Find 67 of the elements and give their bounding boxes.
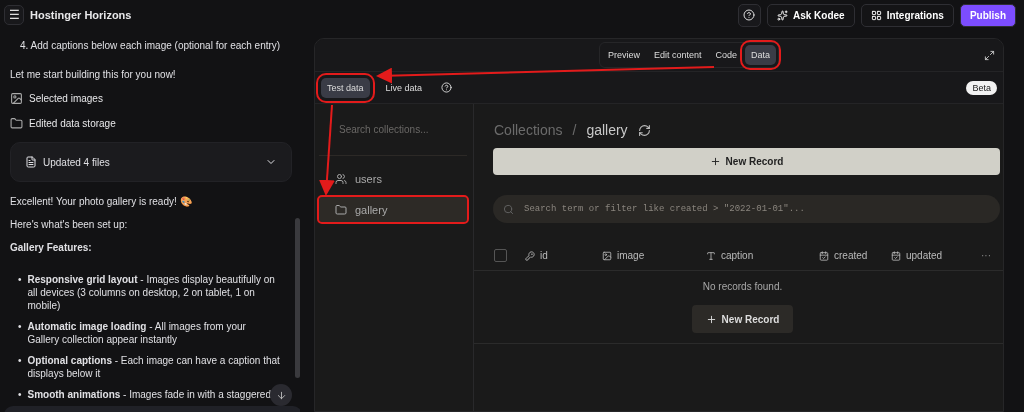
app-title: Hostinger Horizons <box>30 9 132 21</box>
collection-item[interactable]: gallery <box>319 197 467 222</box>
scroll-down-button[interactable] <box>270 384 292 406</box>
plus-icon <box>705 313 717 325</box>
view-tab[interactable]: Code <box>709 45 743 65</box>
bullet-marker: • <box>18 388 22 401</box>
view-tab[interactable]: Preview <box>601 45 646 65</box>
chat-text: Here's what's been set up: <box>10 219 129 230</box>
files-dropdown[interactable]: Updated 4 files <box>10 142 292 182</box>
filter-field[interactable]: Search term or filter like created > "2022-01-01"... <box>493 195 1000 223</box>
scrollbar[interactable] <box>295 218 300 378</box>
help-icon <box>743 9 756 21</box>
column-header[interactable]: created <box>819 250 891 261</box>
column-header[interactable]: image <box>602 250 706 261</box>
publish-button[interactable]: Publish <box>959 3 1016 27</box>
column-header[interactable]: id <box>525 250 602 261</box>
bullet-marker: • <box>18 354 22 368</box>
help-button[interactable] <box>737 3 761 27</box>
beta-badge: Beta <box>966 80 997 95</box>
chat-text: Excellent! Your photo gallery is ready! 🎨 <box>10 196 193 207</box>
column-header[interactable]: caption <box>706 250 819 261</box>
key-icon <box>525 250 535 261</box>
chat-text: Let me start building this for you now! <box>10 69 177 80</box>
empty-message: No records found. <box>702 281 783 292</box>
chat-text: 4. Add captions below each image (optional for each entry) <box>19 40 282 51</box>
feature-bullet: Automatic image loading - All images from your Gallery collection appear instantly <box>27 320 247 346</box>
integrations-button[interactable]: Integrations <box>860 3 954 27</box>
collection-title: gallery <box>586 122 628 138</box>
collection-item[interactable]: users <box>319 166 467 191</box>
new-record-button[interactable]: New Record <box>692 305 793 333</box>
file-icon <box>25 156 37 168</box>
arrow-down-icon <box>275 389 287 401</box>
new-record-button[interactable]: New Record <box>493 148 1000 175</box>
select-all-checkbox[interactable] <box>494 249 507 262</box>
bullet-marker: • <box>18 273 22 287</box>
calendar-icon <box>819 250 829 261</box>
grid-icon <box>870 9 882 21</box>
menu-button[interactable]: ☰ <box>4 5 24 25</box>
bullet-marker: • <box>18 320 22 334</box>
plus-icon <box>709 156 721 167</box>
folder-icon <box>10 117 23 130</box>
image-icon <box>10 92 23 105</box>
filter-input[interactable]: Search term or filter like created > "2022-01-01"... <box>522 203 990 215</box>
users-icon <box>335 172 347 185</box>
refresh-icon[interactable] <box>637 123 651 137</box>
image-icon <box>602 250 612 261</box>
data-tab[interactable]: Live data <box>379 77 429 98</box>
chat-heading: Gallery Features: <box>10 242 93 253</box>
folder-icon <box>335 203 347 216</box>
feature-bullet: Responsive grid layout - Images display beautifully on all devices (3 columns on desktop, 2 on tablet, 1 on mobile) <box>27 273 276 312</box>
search-icon <box>503 203 514 215</box>
column-header[interactable]: updated <box>891 250 981 261</box>
sparkle-icon <box>776 9 788 21</box>
view-tab[interactable]: Edit content <box>647 45 708 65</box>
feature-bullet: Smooth animations - Images fade in with a staggered <box>27 388 271 401</box>
attachment-label: Selected images <box>29 93 103 104</box>
text-icon <box>706 250 716 261</box>
expand-arrows-icon <box>984 49 995 61</box>
attachment-label: Edited data storage <box>29 118 116 129</box>
ask-kodee-button[interactable]: Ask Kodee <box>766 3 855 27</box>
more-button[interactable]: ··· <box>981 250 991 261</box>
feature-bullet: Optional captions - Each image can have a caption that displays below it <box>27 354 280 380</box>
help-icon <box>440 82 452 93</box>
breadcrumb-separator: / <box>572 122 577 138</box>
collection-search-field[interactable]: Search collections... <box>319 104 467 156</box>
expand-icon[interactable] <box>984 49 995 61</box>
calendar-icon <box>891 250 901 261</box>
